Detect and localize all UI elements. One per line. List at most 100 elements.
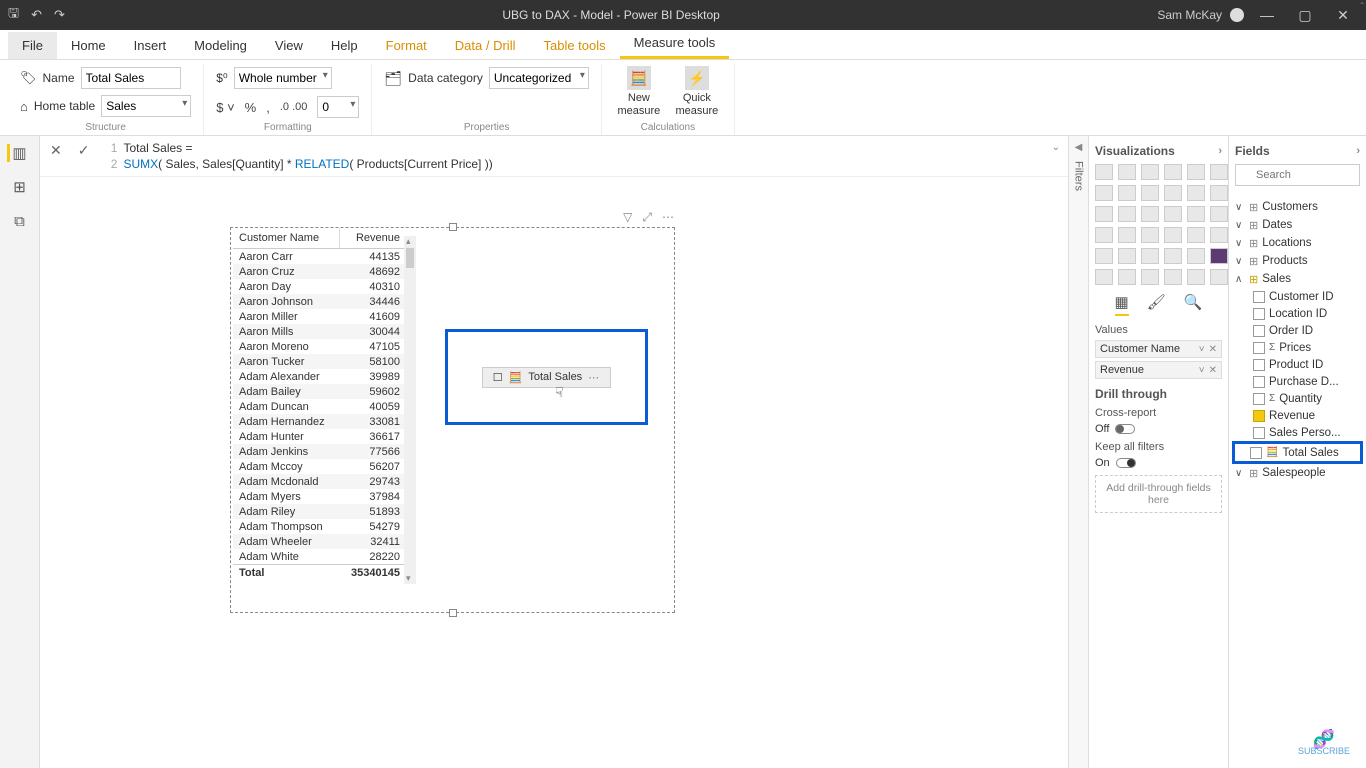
table-row[interactable]: Adam Hunter36617 xyxy=(233,429,406,444)
formula-text[interactable]: 1Total Sales = 2SUMX( Sales, Sales[Quant… xyxy=(101,140,1041,172)
viz-type-icon[interactable] xyxy=(1210,185,1228,201)
viz-type-icon[interactable] xyxy=(1210,227,1228,243)
tab-table-tools[interactable]: Table tools xyxy=(529,32,619,59)
report-view-icon[interactable]: ▥ xyxy=(7,144,25,162)
table-row[interactable]: Adam Wheeler32411 xyxy=(233,534,406,549)
close-button[interactable]: ✕ xyxy=(1328,7,1358,24)
table-node-sales[interactable]: ∧⊞Sales xyxy=(1235,270,1360,288)
viz-type-icon[interactable] xyxy=(1164,248,1182,264)
field-item[interactable]: ΣQuantity xyxy=(1235,390,1360,407)
analytics-tab-icon[interactable]: 🔍 xyxy=(1184,293,1203,316)
table-row[interactable]: Adam Riley51893 xyxy=(233,504,406,519)
percent-button[interactable]: % xyxy=(245,100,257,115)
field-item[interactable]: Location ID xyxy=(1235,305,1360,322)
table-row[interactable]: Adam Jenkins77566 xyxy=(233,444,406,459)
subscribe-badge[interactable]: 🧬SUBSCRIBE xyxy=(1298,732,1350,756)
maximize-button[interactable]: ▢ xyxy=(1290,7,1320,24)
value-field-customer[interactable]: Customer Name˅✕ xyxy=(1095,340,1222,358)
new-visual-drop-target[interactable]: ☐ 🧮 Total Sales ⋯ xyxy=(445,329,648,425)
viz-type-icon[interactable] xyxy=(1095,248,1113,264)
tab-data-drill[interactable]: Data / Drill xyxy=(441,32,530,59)
category-select[interactable] xyxy=(489,67,589,89)
user-avatar[interactable] xyxy=(1230,8,1244,22)
viz-type-icon[interactable] xyxy=(1164,227,1182,243)
table-row[interactable]: Adam Alexander39989 xyxy=(233,369,406,384)
viz-type-icon[interactable] xyxy=(1141,227,1159,243)
measure-name-input[interactable] xyxy=(81,67,181,89)
viz-type-icon[interactable] xyxy=(1118,185,1136,201)
save-icon[interactable]: 🖫 xyxy=(8,4,19,26)
undo-icon[interactable]: ↶ xyxy=(31,7,42,23)
table-row[interactable]: Aaron Day40310 xyxy=(233,279,406,294)
table-node[interactable]: ∨⊞Customers xyxy=(1235,198,1360,216)
drag-field-chip[interactable]: ☐ 🧮 Total Sales ⋯ xyxy=(482,367,611,388)
focus-icon[interactable]: ⤢ xyxy=(642,210,652,225)
viz-type-icon[interactable] xyxy=(1164,269,1182,285)
tab-format[interactable]: Format xyxy=(372,32,441,59)
fields-search-input[interactable] xyxy=(1235,164,1360,186)
viz-type-icon[interactable] xyxy=(1095,185,1113,201)
vis-pane-collapse[interactable]: › xyxy=(1218,145,1222,157)
viz-type-icon[interactable] xyxy=(1164,164,1182,180)
viz-type-icon[interactable] xyxy=(1210,206,1228,222)
tab-file[interactable]: File xyxy=(8,32,57,59)
decimals-input[interactable] xyxy=(317,96,359,118)
viz-type-icon[interactable] xyxy=(1141,206,1159,222)
viz-type-icon[interactable] xyxy=(1118,248,1136,264)
viz-type-icon[interactable] xyxy=(1095,206,1113,222)
viz-type-icon[interactable] xyxy=(1118,206,1136,222)
viz-type-icon[interactable] xyxy=(1141,269,1159,285)
table-row[interactable]: Aaron Tucker58100 xyxy=(233,354,406,369)
quick-measure-button[interactable]: ⚡ Quick measure xyxy=(672,66,722,118)
table-node[interactable]: ∨⊞Products xyxy=(1235,252,1360,270)
viz-type-icon[interactable] xyxy=(1187,227,1205,243)
viz-type-icon[interactable] xyxy=(1164,206,1182,222)
table-row[interactable]: Aaron Mills30044 xyxy=(233,324,406,339)
viz-type-icon[interactable] xyxy=(1141,248,1159,264)
tab-modeling[interactable]: Modeling xyxy=(180,32,261,59)
drill-through-well[interactable]: Add drill-through fields here xyxy=(1095,475,1222,513)
field-item[interactable]: Customer ID xyxy=(1235,288,1360,305)
viz-type-icon[interactable] xyxy=(1118,269,1136,285)
table-row[interactable]: Adam Mcdonald29743 xyxy=(233,474,406,489)
table-row[interactable]: Aaron Carr44135 xyxy=(233,249,406,265)
viz-type-icon[interactable] xyxy=(1187,164,1205,180)
tab-insert[interactable]: Insert xyxy=(120,32,181,59)
tab-help[interactable]: Help xyxy=(317,32,372,59)
new-measure-button[interactable]: 🧮 New measure xyxy=(614,66,664,118)
table-header[interactable]: Revenue xyxy=(339,228,406,249)
table-row[interactable]: Adam Myers37984 xyxy=(233,489,406,504)
table-node[interactable]: ∨⊞Locations xyxy=(1235,234,1360,252)
data-view-icon[interactable]: ⊞ xyxy=(11,178,29,196)
table-row[interactable]: Aaron Moreno47105 xyxy=(233,339,406,354)
more-icon[interactable]: ⋯ xyxy=(662,210,674,225)
viz-type-icon[interactable] xyxy=(1210,248,1228,264)
table-row[interactable]: Aaron Miller41609 xyxy=(233,309,406,324)
currency-button[interactable]: $ ˅ xyxy=(216,100,234,115)
table-row[interactable]: Adam Hernandez33081 xyxy=(233,414,406,429)
viz-type-icon[interactable] xyxy=(1164,185,1182,201)
viz-type-icon[interactable] xyxy=(1141,164,1159,180)
viz-type-icon[interactable] xyxy=(1210,164,1228,180)
viz-type-icon[interactable] xyxy=(1187,185,1205,201)
viz-type-icon[interactable] xyxy=(1187,269,1205,285)
model-view-icon[interactable]: ⧉ xyxy=(11,212,29,230)
format-select[interactable] xyxy=(234,67,332,89)
tab-home[interactable]: Home xyxy=(57,32,120,59)
value-field-revenue[interactable]: Revenue˅✕ xyxy=(1095,361,1222,379)
field-item[interactable]: Purchase D... xyxy=(1235,373,1360,390)
table-header[interactable]: Customer Name xyxy=(233,228,339,249)
filters-pane-collapsed[interactable]: ◀ Filters xyxy=(1068,136,1088,768)
field-item[interactable]: Revenue xyxy=(1235,407,1360,424)
table-row[interactable]: Adam Thompson54279 xyxy=(233,519,406,534)
table-row[interactable]: Adam Mccoy56207 xyxy=(233,459,406,474)
fields-tab-icon[interactable]: ▦ xyxy=(1115,293,1129,316)
format-tab-icon[interactable]: 🖌 xyxy=(1147,293,1166,316)
redo-icon[interactable]: ↷ xyxy=(54,7,65,23)
viz-type-icon[interactable] xyxy=(1118,227,1136,243)
table-row[interactable]: Aaron Johnson34446 xyxy=(233,294,406,309)
formula-expand[interactable]: ⌄ xyxy=(1050,140,1062,155)
table-node-salespeople[interactable]: ∨⊞Salespeople xyxy=(1235,464,1360,482)
table-scrollbar[interactable]: ▴▾ xyxy=(404,236,416,584)
viz-type-icon[interactable] xyxy=(1095,164,1113,180)
